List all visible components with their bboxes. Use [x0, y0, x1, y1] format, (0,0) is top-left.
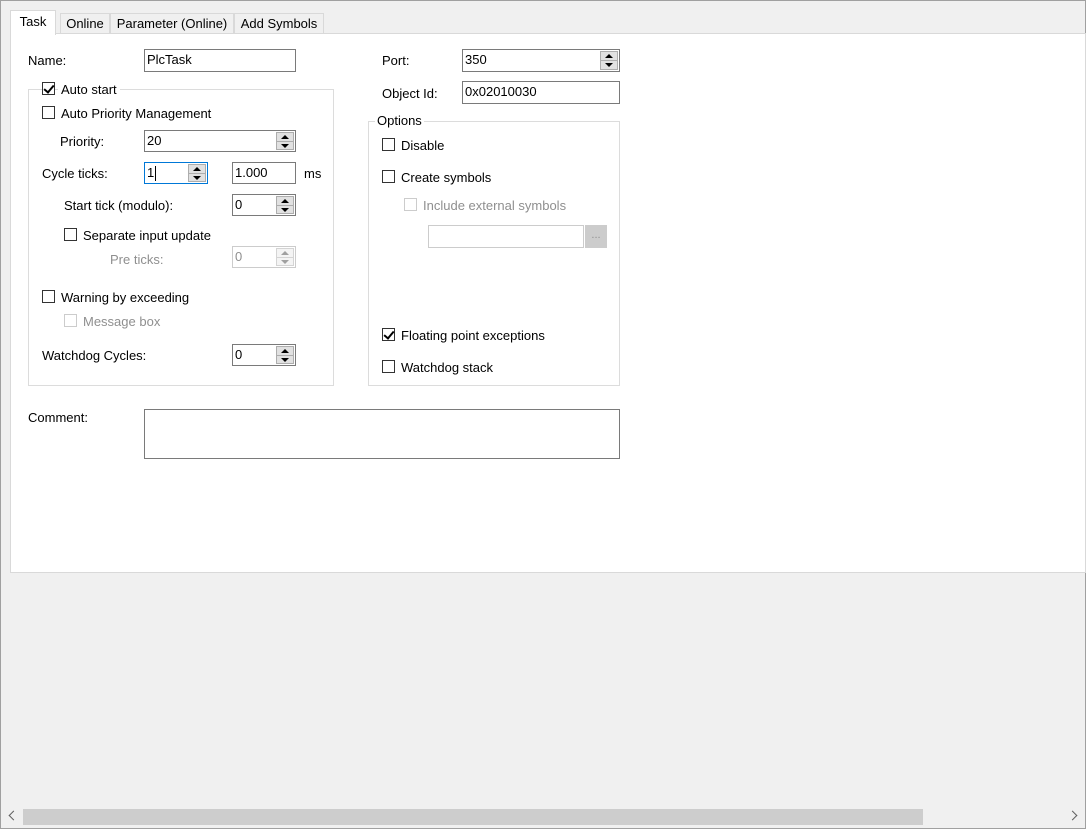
spin-up-icon	[276, 248, 294, 257]
message-box-label: Message box	[83, 314, 161, 329]
watchdog-cycles-spin[interactable]	[276, 346, 294, 364]
object-id-field[interactable]: 0x02010030	[462, 81, 620, 104]
tab-add-symbols[interactable]: Add Symbols	[234, 13, 324, 34]
spin-down-icon	[276, 256, 294, 266]
create-symbols-checkbox[interactable]	[382, 170, 395, 183]
port-field[interactable]: 350	[462, 49, 620, 72]
scrollbar-thumb[interactable]	[23, 809, 923, 825]
name-label: Name:	[28, 53, 67, 68]
pre-ticks-spin	[276, 248, 294, 266]
tab-parameter-online[interactable]: Parameter (Online)	[110, 13, 234, 34]
spin-down-icon[interactable]	[276, 140, 294, 150]
spin-up-icon[interactable]	[188, 164, 206, 173]
cycle-unit-label: ms	[304, 166, 322, 181]
auto-priority-checkbox[interactable]	[42, 106, 55, 119]
cycle-ticks-spin[interactable]	[188, 164, 206, 182]
spin-down-icon[interactable]	[188, 172, 206, 182]
check-icon	[383, 328, 395, 340]
chevron-left-icon[interactable]	[8, 810, 19, 821]
options-group-title: Options	[375, 113, 424, 128]
separate-input-checkbox[interactable]	[64, 228, 77, 241]
auto-priority-label: Auto Priority Management	[61, 106, 212, 121]
cycle-time-field[interactable]: 1.000	[232, 162, 296, 184]
watchdog-cycles-value: 0	[235, 347, 243, 362]
pre-ticks-value: 0	[235, 249, 243, 264]
priority-spin[interactable]	[276, 132, 294, 150]
auto-start-checkbox[interactable]	[42, 82, 55, 95]
spin-down-icon[interactable]	[276, 354, 294, 364]
warning-exceeding-checkbox[interactable]	[42, 290, 55, 303]
object-id-label: Object Id:	[382, 86, 438, 101]
priority-value: 20	[147, 133, 162, 148]
port-value: 350	[465, 52, 487, 67]
watchdog-stack-checkbox[interactable]	[382, 360, 395, 373]
start-tick-label: Start tick (modulo):	[64, 198, 174, 213]
floating-point-label: Floating point exceptions	[401, 328, 545, 343]
watchdog-cycles-field[interactable]: 0	[232, 344, 296, 366]
disable-label: Disable	[401, 138, 445, 153]
message-box-checkbox	[64, 314, 77, 327]
options-group	[368, 121, 620, 386]
separate-input-label: Separate input update	[83, 228, 211, 243]
include-external-label: Include external symbols	[423, 198, 567, 213]
spin-up-icon[interactable]	[276, 346, 294, 355]
port-label: Port:	[382, 53, 410, 68]
horizontal-scrollbar[interactable]	[1, 808, 1085, 826]
cycle-ticks-value: 1	[147, 165, 155, 180]
priority-label: Priority:	[60, 134, 105, 149]
pre-ticks-label: Pre ticks:	[110, 252, 164, 267]
spin-up-icon[interactable]	[600, 51, 618, 60]
spin-up-icon[interactable]	[276, 132, 294, 141]
port-spin[interactable]	[600, 51, 618, 70]
name-field[interactable]: PlcTask	[144, 49, 296, 72]
priority-field[interactable]: 20	[144, 130, 296, 152]
pre-ticks-field: 0	[232, 246, 296, 268]
watchdog-cycles-label: Watchdog Cycles:	[42, 348, 147, 363]
cycle-ticks-label: Cycle ticks:	[42, 166, 108, 181]
tab-online[interactable]: Online	[60, 13, 110, 34]
spin-up-icon[interactable]	[276, 196, 294, 205]
start-tick-value: 0	[235, 197, 243, 212]
cycle-ticks-field[interactable]: 1	[144, 162, 208, 184]
start-tick-spin[interactable]	[276, 196, 294, 214]
text-cursor	[155, 166, 157, 182]
tab-task[interactable]: Task	[10, 10, 56, 35]
external-path-field	[428, 225, 584, 248]
include-external-checkbox	[404, 198, 417, 211]
auto-start-label: Auto start	[58, 82, 120, 97]
comment-label: Comment:	[28, 410, 88, 425]
warning-exceeding-label: Warning by exceeding	[61, 290, 190, 305]
comment-field[interactable]	[144, 409, 620, 459]
floating-point-checkbox[interactable]	[382, 328, 395, 341]
spin-down-icon[interactable]	[276, 204, 294, 214]
disable-checkbox[interactable]	[382, 138, 395, 151]
check-icon	[43, 82, 55, 94]
start-tick-field[interactable]: 0	[232, 194, 296, 216]
browse-button: ...	[585, 225, 607, 248]
watchdog-stack-label: Watchdog stack	[401, 360, 494, 375]
spin-down-icon[interactable]	[600, 60, 618, 70]
chevron-right-icon[interactable]	[1067, 810, 1078, 821]
create-symbols-label: Create symbols	[401, 170, 492, 185]
